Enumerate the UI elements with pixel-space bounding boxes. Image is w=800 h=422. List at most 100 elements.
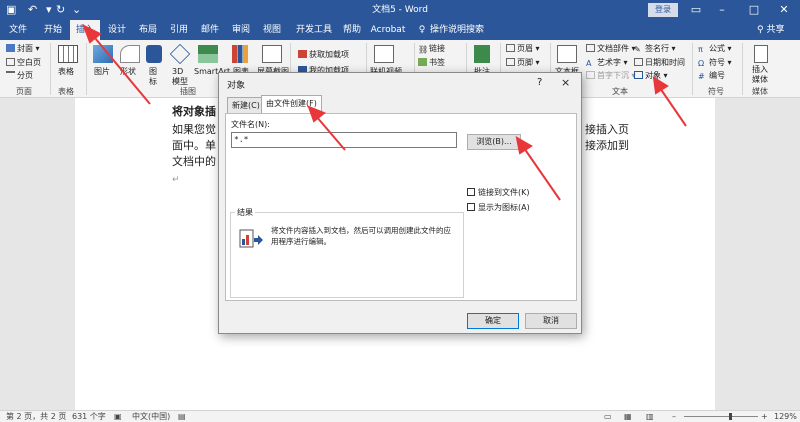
separator [742, 43, 743, 95]
object-label: 对象 [645, 71, 661, 80]
tab-home[interactable]: 开始 [38, 20, 68, 40]
equation-button[interactable]: π 公式 ▾ [698, 44, 732, 54]
link-to-file-checkbox[interactable]: 链接到文件(K) [467, 188, 530, 198]
3d-model-icon [169, 43, 191, 65]
bookmark-button[interactable]: 书签 [418, 58, 445, 68]
page-break-button[interactable]: 分页 [6, 71, 33, 81]
header-button[interactable]: 页眉 ▾ [506, 44, 540, 54]
link-icon: ⛓ [418, 45, 429, 54]
macro-icon[interactable]: ▤ [178, 411, 186, 422]
help-icon[interactable]: ? [537, 77, 542, 88]
symbol-button[interactable]: Ω 符号 ▾ [698, 58, 732, 68]
ok-button[interactable]: 确定 [467, 313, 519, 329]
blank-page-icon [6, 58, 15, 66]
tab-references[interactable]: 引用 [165, 20, 193, 40]
footer-button[interactable]: 页脚 ▾ [506, 58, 540, 68]
header-icon [506, 44, 515, 52]
shapes-button[interactable]: 形状 [120, 67, 136, 77]
share-label: 共享 [766, 25, 785, 35]
wordart-label: 艺术字 [597, 58, 621, 67]
equation-label: 公式 [709, 44, 725, 53]
bookmark-icon [418, 58, 427, 66]
zoom-out-icon[interactable]: – [672, 411, 676, 422]
link-button[interactable]: ⛓链接 [418, 44, 445, 54]
signature-line-button[interactable]: ✎ 签名行 ▾ [634, 44, 676, 54]
paragraph-mark-icon: ↵ [172, 175, 180, 185]
table-button[interactable]: 表格 [58, 67, 74, 77]
doc-line-1b: 接插入页 [585, 123, 629, 136]
proofing-icon[interactable]: ▣ [114, 411, 122, 422]
share-button[interactable]: ⚲ 共享 [757, 20, 784, 40]
cancel-button[interactable]: 取消 [525, 313, 577, 329]
datetime-button[interactable]: 日期和时间 [634, 58, 685, 68]
zoom-level[interactable]: 129% [774, 411, 797, 422]
filename-input[interactable]: *.* [231, 132, 457, 148]
blank-page-label: 空白页 [17, 58, 41, 67]
chart-icon [232, 45, 248, 63]
icons-icon [146, 45, 162, 63]
dropcap-button[interactable]: 首字下沉 ▾ [586, 71, 636, 81]
picture-button[interactable]: 图片 [94, 67, 110, 77]
omega-icon: Ω [698, 59, 705, 68]
close-icon[interactable]: ✕ [774, 2, 794, 18]
3d-model-button[interactable]: 3D 模型 [172, 67, 192, 87]
dropcap-icon [586, 71, 595, 79]
tab-acrobat[interactable]: Acrobat [368, 20, 408, 40]
zoom-in-icon[interactable]: + [761, 411, 768, 422]
quick-parts-button[interactable]: 文档部件 ▾ [586, 44, 636, 54]
lightbulb-icon: ♀ [418, 25, 426, 35]
blank-page-button[interactable]: 空白页 [6, 58, 41, 68]
embed-media-icon [754, 45, 768, 63]
separator [692, 43, 693, 95]
tab-help[interactable]: 帮助 [338, 20, 366, 40]
show-as-icon-checkbox[interactable]: 显示为图标(A) [467, 203, 530, 213]
datetime-label: 日期和时间 [645, 58, 685, 67]
maximize-icon[interactable]: □ [744, 2, 764, 18]
page-break-label: 分页 [17, 71, 33, 80]
print-layout-icon[interactable]: ▦ [624, 411, 632, 422]
tab-insert[interactable]: 插入 [70, 20, 100, 40]
zoom-slider[interactable] [684, 416, 758, 417]
checkbox-box [467, 203, 475, 211]
language-indicator[interactable]: 中文(中国) [132, 411, 170, 422]
illustrations-group-label: 插图 [180, 87, 196, 96]
embed-media-button[interactable]: 插入媒体 [752, 65, 772, 85]
tab-create-from-file[interactable]: 由文件创建(F) [261, 95, 322, 114]
icons-button[interactable]: 图标 [149, 67, 161, 87]
online-video-icon [374, 45, 394, 63]
tab-view[interactable]: 视图 [258, 20, 286, 40]
page-count[interactable]: 第 2 页，共 2 页 [6, 411, 66, 422]
tell-me-search[interactable]: 操作说明搜索 [430, 20, 500, 40]
get-addins-button[interactable]: 获取加载项 [298, 50, 349, 60]
minimize-icon[interactable]: – [712, 2, 732, 18]
calendar-icon [634, 58, 643, 66]
browse-button[interactable]: 浏览(B)... [467, 134, 521, 150]
cover-page-button[interactable]: 封面 ▾ [6, 44, 40, 54]
show-as-icon-label: 显示为图标(A) [478, 203, 530, 212]
header-label: 页眉 [517, 44, 533, 53]
tab-developer[interactable]: 开发工具 [290, 20, 338, 40]
textbox-icon [557, 45, 577, 63]
dialog-close-icon[interactable]: × [561, 76, 570, 89]
number-button[interactable]: # 编号 [698, 71, 725, 81]
tab-design[interactable]: 设计 [103, 20, 131, 40]
wordart-button[interactable]: A 艺术字 ▾ [586, 58, 628, 68]
login-button[interactable]: 登录 [648, 3, 678, 17]
signature-icon: ✎ [634, 45, 641, 54]
tab-mailings[interactable]: 邮件 [196, 20, 224, 40]
web-layout-icon[interactable]: ▥ [646, 411, 654, 422]
dropcap-label: 首字下沉 [597, 71, 629, 80]
link-label: 链接 [429, 44, 445, 53]
number-label: 编号 [709, 71, 725, 80]
pi-icon: π [698, 45, 703, 54]
read-mode-icon[interactable]: ▭ [604, 411, 612, 422]
tab-layout[interactable]: 布局 [134, 20, 162, 40]
tab-review[interactable]: 审阅 [227, 20, 255, 40]
zoom-slider-thumb[interactable] [729, 413, 732, 420]
ribbon-display-icon[interactable]: ▭ [686, 2, 706, 18]
tab-file[interactable]: 文件 [4, 20, 32, 40]
object-button[interactable]: 对象 ▾ [634, 71, 668, 81]
word-count[interactable]: 631 个字 [72, 411, 106, 422]
quick-parts-label: 文档部件 [597, 44, 629, 53]
tab-create-new[interactable]: 新建(C) [227, 97, 265, 113]
